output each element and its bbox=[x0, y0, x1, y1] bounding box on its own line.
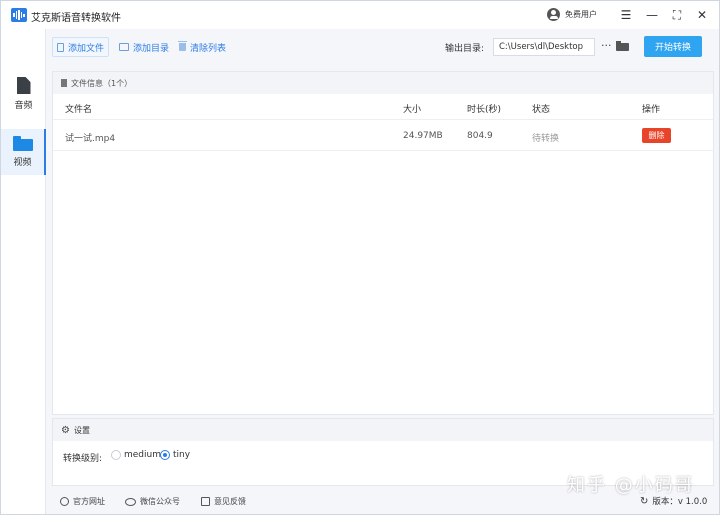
open-folder-icon[interactable] bbox=[616, 41, 629, 51]
file-name: 试一试.mp4 bbox=[65, 134, 116, 144]
add-directory-label: 添加目录 bbox=[133, 43, 170, 54]
refresh-icon: ↻ bbox=[640, 495, 649, 507]
conversion-level-label: 转换级别: bbox=[63, 454, 103, 464]
start-convert-button[interactable]: 开始转换 bbox=[644, 36, 702, 57]
website-link[interactable]: 官方网址 bbox=[60, 496, 105, 507]
app-title: 艾克斯语音转换软件 bbox=[31, 13, 121, 24]
menu-icon[interactable]: ☰ bbox=[618, 7, 634, 23]
add-file-label: 添加文件 bbox=[68, 43, 105, 54]
watermark: 知乎 @小码哥 bbox=[567, 475, 695, 496]
radio-tiny-label: tiny bbox=[173, 450, 191, 460]
sidebar-item-video[interactable]: 视频 bbox=[1, 129, 46, 175]
file-size: 24.97MB bbox=[403, 131, 443, 141]
output-dir-input[interactable]: C:\Users\dl\Desktop bbox=[493, 38, 595, 56]
column-duration: 时长(秒) bbox=[467, 105, 502, 115]
settings-header: ⚙ 设置 bbox=[53, 419, 713, 441]
document-icon bbox=[16, 77, 31, 94]
column-size: 大小 bbox=[403, 105, 422, 115]
radio-medium[interactable]: medium bbox=[111, 450, 161, 460]
close-icon[interactable]: ✕ bbox=[694, 7, 710, 23]
clear-list-button[interactable]: 清除列表 bbox=[175, 37, 230, 57]
file-icon bbox=[57, 42, 64, 52]
user-menu[interactable]: 免费用户 bbox=[547, 8, 597, 21]
settings-title: 设置 bbox=[73, 425, 90, 435]
more-options-button[interactable]: ··· bbox=[601, 39, 612, 52]
column-status: 状态 bbox=[532, 105, 551, 115]
radio-checked-icon bbox=[160, 450, 170, 460]
maximize-icon[interactable]: ⛶ bbox=[669, 7, 685, 23]
sidebar: 音频 视频 bbox=[1, 29, 46, 514]
clear-list-label: 清除列表 bbox=[190, 43, 227, 54]
add-file-button[interactable]: 添加文件 bbox=[52, 37, 110, 57]
radio-medium-label: medium bbox=[124, 450, 161, 460]
wechat-label: 微信公众号 bbox=[140, 497, 180, 506]
title-bar: 艾克斯语音转换软件 免费用户 ☰ — ⛶ ✕ bbox=[1, 1, 719, 29]
document-icon bbox=[61, 79, 67, 87]
file-status: 待转换 bbox=[532, 134, 560, 144]
radio-unchecked-icon bbox=[111, 450, 121, 460]
chat-icon bbox=[125, 497, 136, 506]
add-directory-button[interactable]: 添加目录 bbox=[115, 37, 173, 57]
sidebar-item-label: 视频 bbox=[13, 158, 32, 168]
folder-icon bbox=[119, 43, 129, 51]
file-info-header: 文件信息（1个） bbox=[53, 72, 713, 94]
delete-button[interactable]: 删除 bbox=[642, 128, 671, 143]
table-header: 文件名 大小 时长(秒) 状态 操作 bbox=[53, 94, 713, 120]
file-info-title: 文件信息（1个） bbox=[71, 78, 133, 88]
minimize-icon[interactable]: — bbox=[644, 7, 660, 23]
wechat-link[interactable]: 微信公众号 bbox=[125, 496, 180, 507]
app-logo-icon bbox=[11, 8, 27, 22]
file-info-panel: 文件信息（1个） 文件名 大小 时长(秒) 状态 操作 试一试.mp4 24.9… bbox=[52, 71, 714, 415]
output-dir-label: 输出目录: bbox=[445, 44, 485, 54]
website-label: 官方网址 bbox=[73, 497, 105, 506]
trash-icon bbox=[178, 41, 187, 51]
gear-icon: ⚙ bbox=[61, 424, 70, 436]
column-action: 操作 bbox=[642, 105, 661, 115]
sidebar-item-label: 音频 bbox=[14, 101, 33, 111]
edit-icon bbox=[201, 497, 210, 506]
file-duration: 804.9 bbox=[467, 131, 493, 141]
app-window: 艾克斯语音转换软件 免费用户 ☰ — ⛶ ✕ 音频 视频 添加文件 添加目录 清… bbox=[0, 0, 720, 515]
sidebar-item-audio[interactable]: 音频 bbox=[1, 71, 46, 117]
toolbar: 添加文件 添加目录 清除列表 输出目录: C:\Users\dl\Desktop… bbox=[47, 29, 719, 67]
table-row[interactable]: 试一试.mp4 24.97MB 804.9 待转换 删除 bbox=[53, 121, 713, 151]
radio-tiny[interactable]: tiny bbox=[160, 450, 190, 460]
user-name: 免费用户 bbox=[565, 10, 597, 19]
user-icon bbox=[547, 8, 560, 21]
feedback-label: 意见反馈 bbox=[214, 497, 246, 506]
feedback-link[interactable]: 意见反馈 bbox=[201, 496, 246, 507]
column-name: 文件名 bbox=[65, 105, 93, 115]
globe-icon bbox=[60, 497, 69, 506]
folder-icon bbox=[12, 136, 33, 151]
